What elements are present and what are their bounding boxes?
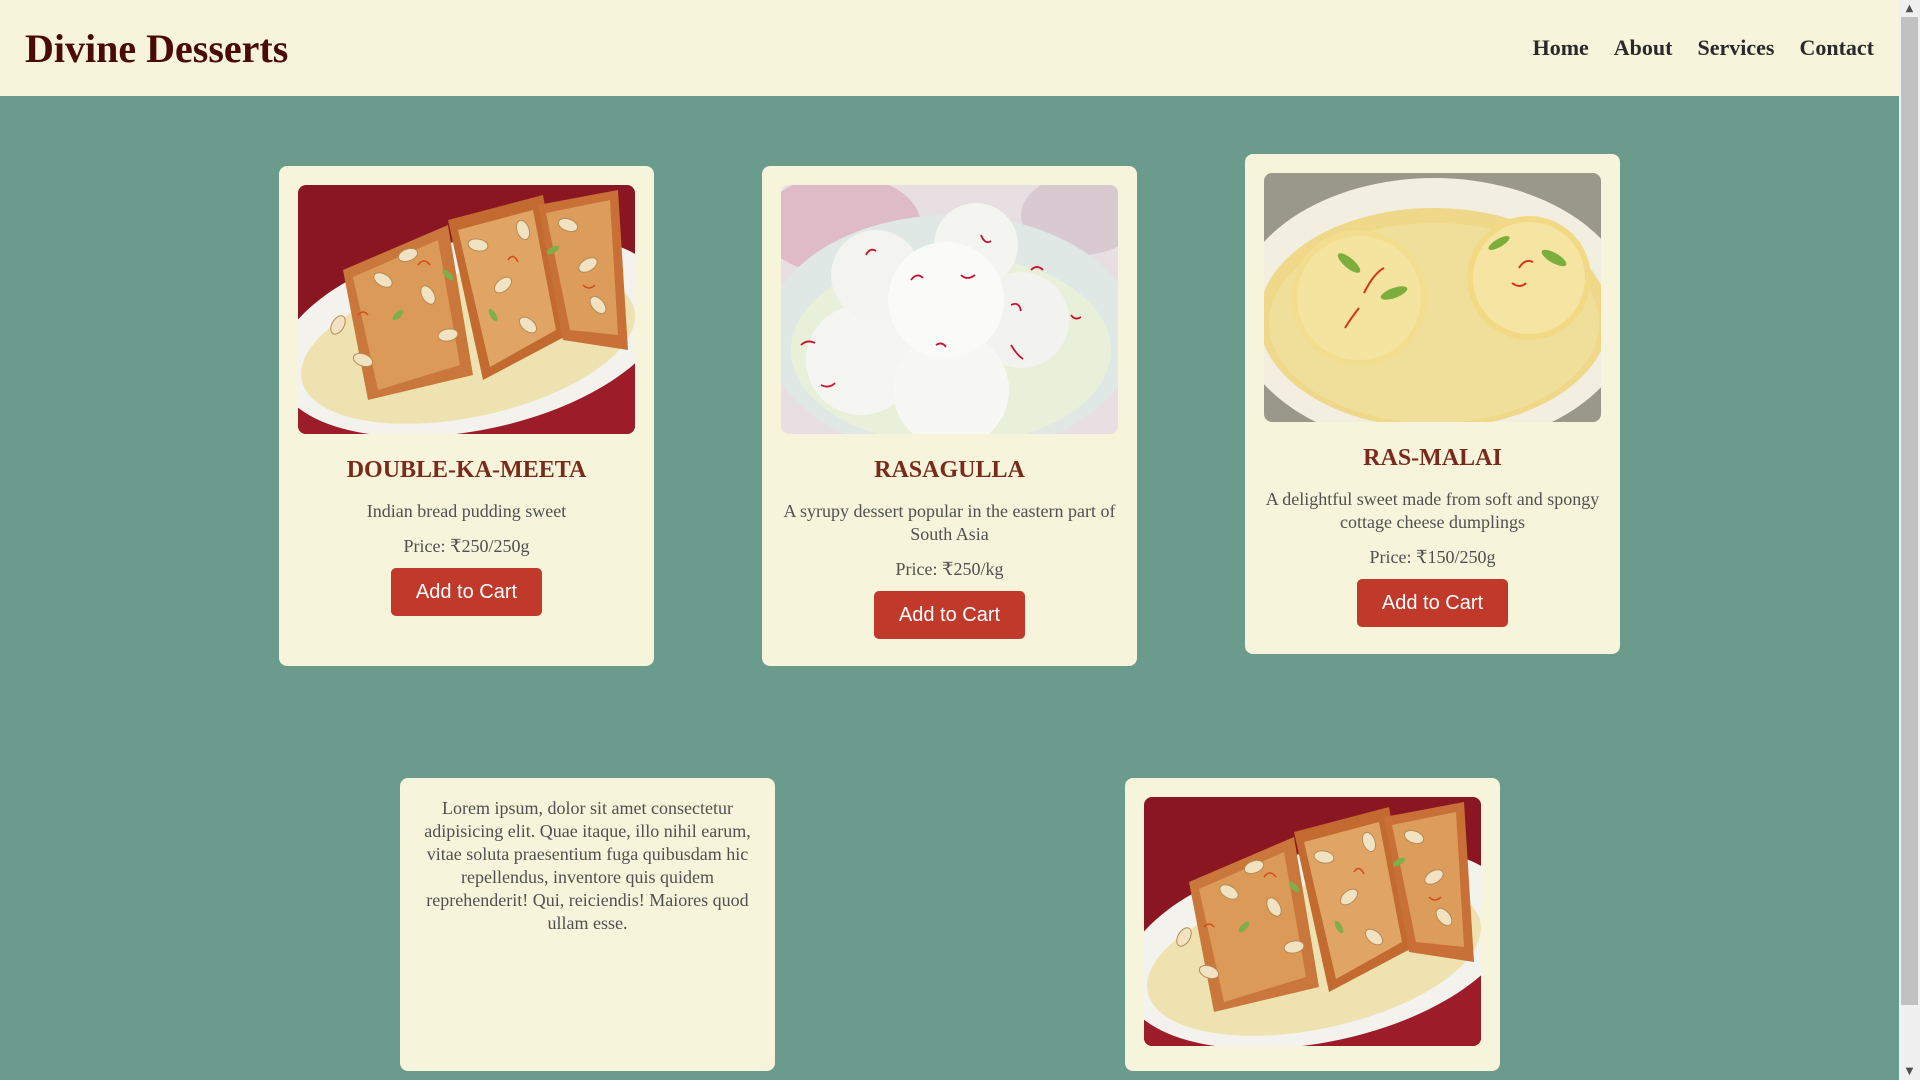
product-description: Indian bread pudding sweet [366, 501, 567, 521]
scrollbar-thumb[interactable] [1901, 17, 1918, 1005]
image-card [1125, 778, 1500, 1071]
product-title: RAS-MALAI [1363, 445, 1502, 471]
product-card-double-ka-meeta: DOUBLE-KA-MEETA Indian bread pudding swe… [279, 166, 654, 666]
product-description: A syrupy dessert popular in the eastern … [783, 501, 1116, 544]
scroll-up-arrow-icon[interactable]: ▲ [1899, 0, 1920, 17]
nav-links: Home About Services Contact [1533, 35, 1874, 61]
lorem-text-card: Lorem ipsum, dolor sit amet consectetur … [400, 778, 775, 1071]
product-title: DOUBLE-KA-MEETA [346, 457, 587, 483]
nav-link-home[interactable]: Home [1533, 35, 1589, 61]
vertical-scrollbar[interactable]: ▲ ▼ [1899, 0, 1920, 1080]
product-price: Price: ₹150/250g [1369, 547, 1496, 567]
product-price: Price: ₹250/250g [403, 536, 530, 556]
product-title: RASAGULLA [874, 457, 1025, 483]
nav-link-services[interactable]: Services [1697, 35, 1774, 61]
scroll-down-arrow-icon[interactable]: ▼ [1899, 1063, 1920, 1080]
product-price: Price: ₹250/kg [895, 559, 1004, 579]
add-to-cart-button[interactable]: Add to Cart [391, 568, 542, 616]
product-card-rasagulla: RASAGULLA A syrupy dessert popular in th… [762, 166, 1137, 666]
brand-logo[interactable]: Divine Desserts [25, 25, 288, 72]
nav-link-about[interactable]: About [1614, 35, 1673, 61]
ras-malai-image [1264, 173, 1601, 422]
add-to-cart-button[interactable]: Add to Cart [1357, 579, 1508, 627]
product-description: A delightful sweet made from soft and sp… [1265, 489, 1600, 532]
double-ka-meeta-image [1144, 797, 1481, 1046]
rasagulla-image [781, 185, 1118, 434]
add-to-cart-button[interactable]: Add to Cart [874, 591, 1025, 639]
product-card-ras-malai: RAS-MALAI A delightful sweet made from s… [1245, 154, 1620, 654]
nav-link-contact[interactable]: Contact [1799, 35, 1874, 61]
navbar: Divine Desserts Home About Services Cont… [0, 0, 1899, 96]
double-ka-meeta-image [298, 185, 635, 434]
lorem-text: Lorem ipsum, dolor sit amet consectetur … [424, 798, 751, 933]
